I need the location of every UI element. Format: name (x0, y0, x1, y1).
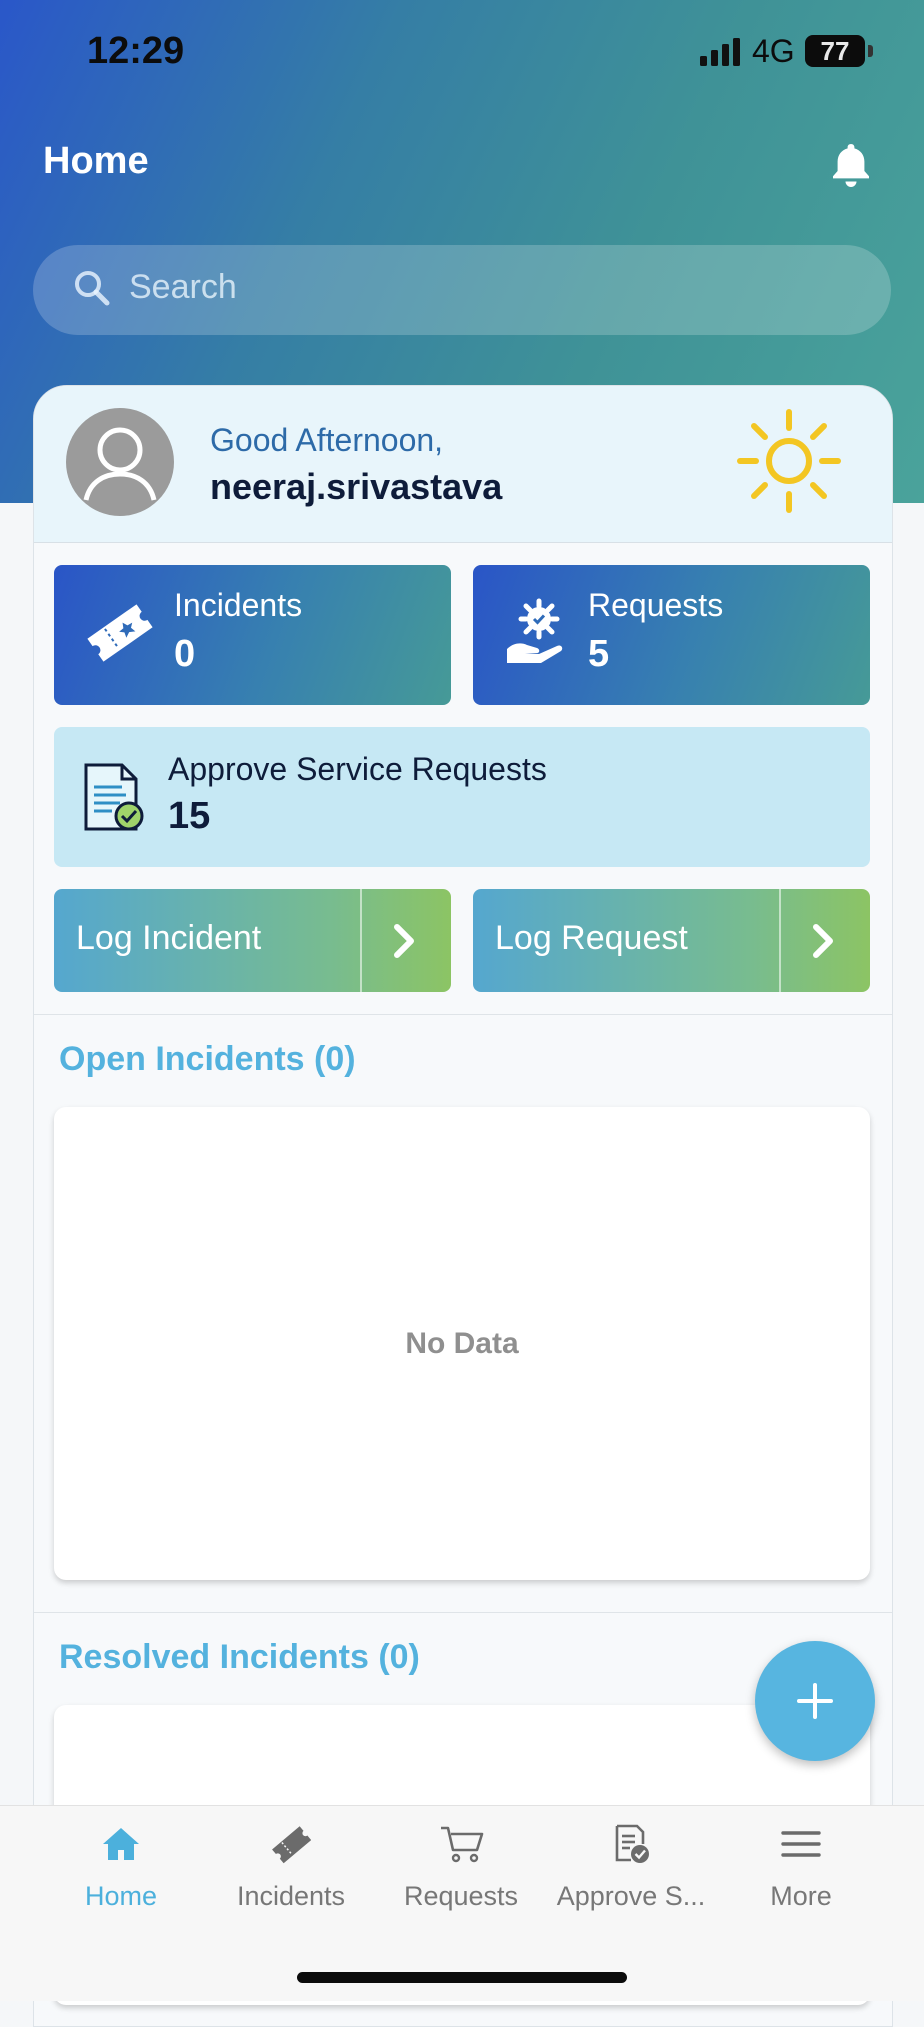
requests-count: 5 (588, 633, 610, 675)
status-time: 12:29 (87, 30, 185, 72)
home-icon (103, 1828, 139, 1860)
requests-label: Requests (588, 587, 724, 623)
battery-tip (868, 45, 873, 57)
section-divider (34, 1014, 892, 1015)
approve-requests-tile[interactable]: Approve Service Requests 15 (54, 727, 870, 867)
chevron-right-icon (394, 924, 414, 958)
chevron-right-icon (813, 924, 833, 958)
incidents-count: 0 (174, 633, 196, 675)
battery-indicator: 77 (805, 35, 865, 67)
tab-home[interactable]: Home (36, 1806, 206, 1946)
search-icon (75, 271, 110, 306)
notification-bell-icon[interactable] (826, 140, 876, 190)
status-bar: 12:29 4G 77 (0, 0, 924, 100)
menu-icon (781, 1831, 821, 1857)
service-hand-gear-icon (507, 598, 563, 663)
approve-document-icon (84, 763, 144, 831)
log-incident-label: Log Incident (76, 919, 262, 957)
empty-state-text: No Data (405, 1327, 519, 1360)
divider (360, 889, 362, 992)
incidents-tile[interactable]: Incidents 0 (54, 565, 451, 705)
greeting-banner: Good Afternoon, neeraj.srivastava (34, 386, 892, 543)
user-avatar-icon (83, 427, 157, 501)
approve-doc-icon (615, 1824, 649, 1863)
cart-icon (441, 1826, 484, 1863)
log-request-label: Log Request (495, 919, 688, 957)
dashboard-card: Good Afternoon, neeraj.srivastava Incide… (33, 385, 893, 2027)
log-request-button[interactable]: Log Request (473, 889, 870, 992)
tab-incidents[interactable]: Incidents (206, 1806, 376, 1946)
search-bar[interactable]: Search (33, 245, 891, 335)
requests-tile[interactable]: Requests 5 (473, 565, 870, 705)
signal-icon (700, 38, 740, 66)
home-indicator (297, 1972, 627, 1983)
section-divider (34, 1612, 892, 1613)
ticket-icon (87, 604, 153, 662)
tab-approve[interactable]: Approve S... (546, 1806, 716, 1946)
divider (779, 889, 781, 992)
tab-label: More (770, 1881, 832, 1911)
sun-icon (737, 409, 841, 513)
open-incidents-panel: No Data (54, 1107, 870, 1580)
page-title: Home (43, 140, 149, 182)
tab-more[interactable]: More (716, 1806, 886, 1946)
approve-label: Approve Service Requests (168, 751, 547, 787)
log-incident-button[interactable]: Log Incident (54, 889, 451, 992)
network-type: 4G (752, 33, 795, 69)
greeting-text: Good Afternoon, (210, 422, 444, 458)
incidents-label: Incidents (174, 587, 303, 623)
username: neeraj.srivastava (210, 466, 503, 507)
ticket-icon (272, 1826, 311, 1864)
add-fab-button[interactable] (755, 1641, 875, 1761)
avatar[interactable] (66, 408, 174, 516)
search-placeholder: Search (129, 268, 237, 306)
tab-requests[interactable]: Requests (376, 1806, 546, 1946)
resolved-incidents-title: Resolved Incidents (0) (59, 1638, 420, 1676)
open-incidents-title: Open Incidents (0) (59, 1040, 356, 1078)
plus-icon (797, 1683, 833, 1719)
approve-count: 15 (168, 795, 211, 837)
